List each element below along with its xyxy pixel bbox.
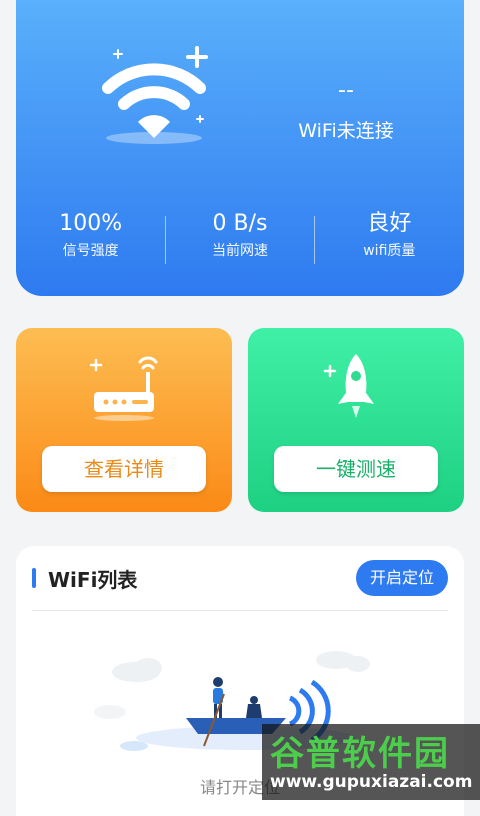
router-icon <box>89 356 158 421</box>
stat-wifi-quality: 良好 wifi质量 <box>315 210 464 270</box>
watermark-url: www.gupuxiazai.com <box>270 772 473 792</box>
watermark-brand: 谷普软件园 <box>270 734 450 774</box>
view-details-button[interactable]: 查看详情 <box>42 446 206 492</box>
wifi-icon <box>102 46 208 144</box>
rocket-icon <box>323 354 374 418</box>
connection-status: WiFi未连接 <box>298 120 394 142</box>
stat-divider <box>165 216 166 264</box>
ssid-placeholder: -- <box>338 78 354 103</box>
one-click-speed-test-button[interactable]: 一键测速 <box>274 446 438 492</box>
stat-label: 信号强度 <box>62 243 119 259</box>
stat-divider <box>314 216 315 264</box>
router-details-card: 查看详情 <box>16 328 232 512</box>
stat-current-speed: 0 B/s 当前网速 <box>165 210 314 270</box>
stats-row: 100% 信号强度 0 B/s 当前网速 良好 wifi质量 <box>16 210 464 270</box>
title-accent-bar <box>32 568 36 588</box>
stat-label: wifi质量 <box>363 243 416 259</box>
watermark: 谷普软件园 www.gupuxiazai.com <box>262 724 480 800</box>
stat-value: 0 B/s <box>212 211 268 236</box>
stat-value: 100% <box>59 211 123 236</box>
enable-location-button[interactable]: 开启定位 <box>355 560 448 596</box>
stat-signal-strength: 100% 信号强度 <box>16 210 165 270</box>
stat-value: 良好 <box>367 211 412 236</box>
speed-test-card: 一键测速 <box>248 328 464 512</box>
wifi-list-header: WiFi列表 开启定位 <box>16 546 464 610</box>
stat-label: 当前网速 <box>211 243 268 259</box>
wifi-status-panel: -- WiFi未连接 100% 信号强度 0 B/s 当前网速 良好 wifi质… <box>16 0 464 296</box>
connection-info: -- WiFi未连接 <box>266 80 426 143</box>
header-divider <box>32 610 448 611</box>
wifi-list-title: WiFi列表 <box>48 568 138 592</box>
